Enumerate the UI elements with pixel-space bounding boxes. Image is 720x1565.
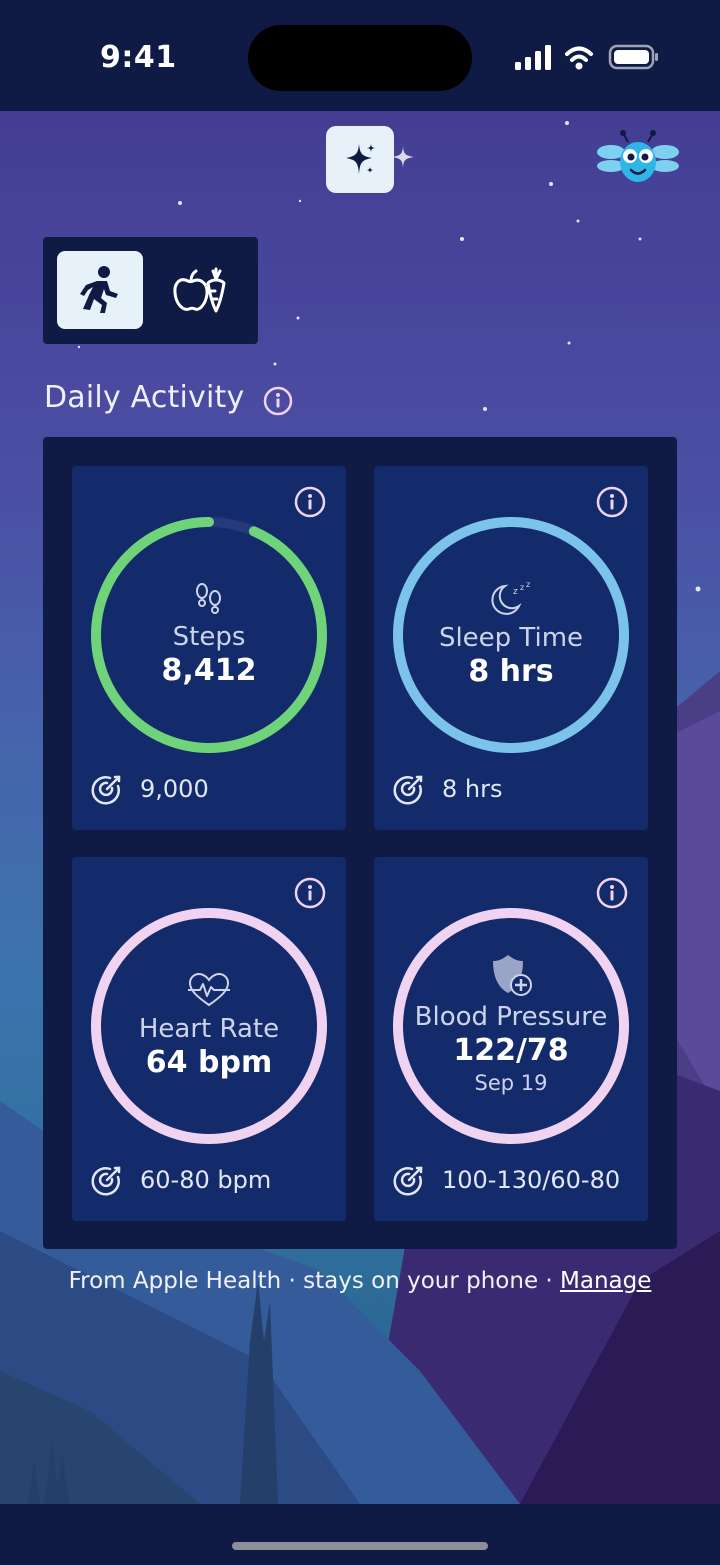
heartbeat-icon [188, 972, 230, 1007]
status-icons [515, 40, 660, 74]
sleep-goal-value: 8 hrs [442, 775, 503, 803]
blood-pressure-label: Blood Pressure [414, 1002, 608, 1032]
metrics-grid: Steps 8,412 9,000 z z z Sleep Time 8 hrs… [43, 437, 677, 1249]
heart-rate-goal: 60-80 bpm [90, 1162, 271, 1198]
battery-icon [608, 44, 658, 70]
blood-pressure-shield-icon [493, 955, 532, 996]
target-icon [91, 1166, 121, 1196]
heart-rate-value: 64 bpm [145, 1045, 273, 1080]
heart-rate-card[interactable]: Heart Rate 64 bpm 60-80 bpm [72, 857, 346, 1221]
steps-card[interactable]: Steps 8,412 9,000 [72, 466, 346, 830]
ai-assistant-button[interactable] [326, 126, 394, 193]
cellular-signal-icon [515, 45, 551, 70]
steps-label: Steps [172, 622, 246, 652]
section-title: Daily Activity [44, 380, 245, 415]
target-icon [393, 1166, 423, 1196]
dragonfly-mascot-icon [597, 130, 679, 182]
sleep-card[interactable]: z z z Sleep Time 8 hrs 8 hrs [374, 466, 648, 830]
heart-rate-goal-value: 60-80 bpm [140, 1166, 272, 1194]
dynamic-island [248, 25, 472, 91]
steps-goal: 9,000 [90, 771, 209, 807]
tab-activity[interactable] [57, 251, 143, 329]
data-source-note: From Apple Health · stays on your phone … [0, 1268, 720, 1294]
apple-carrot-icon [173, 267, 226, 313]
status-bar: 9:41 [0, 0, 720, 111]
svg-text:z: z [526, 580, 530, 589]
blood-pressure-goal: 100-130/60-80 [392, 1162, 620, 1198]
target-icon [393, 775, 423, 805]
twinkle-star-icon [392, 146, 414, 168]
blood-pressure-value: 122/78 [453, 1033, 569, 1068]
status-time: 9:41 [100, 40, 177, 75]
blood-pressure-card[interactable]: Blood Pressure 122/78 Sep 19 100-130/60-… [374, 857, 648, 1221]
sparkle-icon [346, 143, 375, 174]
svg-text:z: z [520, 583, 524, 592]
moon-sleep-icon: z z z [491, 580, 530, 615]
mascot-avatar[interactable] [597, 130, 679, 190]
blood-pressure-date: Sep 19 [474, 1071, 548, 1095]
sleep-label: Sleep Time [438, 623, 584, 653]
footprints-icon [196, 583, 221, 614]
heart-rate-label: Heart Rate [138, 1014, 280, 1044]
category-tabs [43, 237, 258, 344]
home-bar-area [0, 1504, 720, 1565]
steps-goal-value: 9,000 [140, 775, 209, 803]
target-icon [91, 775, 121, 805]
home-indicator[interactable] [232, 1542, 488, 1550]
running-person-icon [80, 266, 118, 313]
steps-value: 8,412 [161, 653, 257, 688]
sleep-value: 8 hrs [468, 654, 554, 689]
blood-pressure-goal-value: 100-130/60-80 [442, 1166, 621, 1194]
manage-link[interactable]: Manage [560, 1268, 651, 1294]
sleep-goal: 8 hrs [392, 771, 502, 807]
info-icon[interactable] [263, 386, 293, 416]
data-source-text: From Apple Health · stays on your phone … [68, 1268, 561, 1294]
tab-nutrition[interactable] [158, 251, 244, 329]
wifi-icon [565, 46, 593, 62]
svg-text:z: z [513, 587, 518, 597]
